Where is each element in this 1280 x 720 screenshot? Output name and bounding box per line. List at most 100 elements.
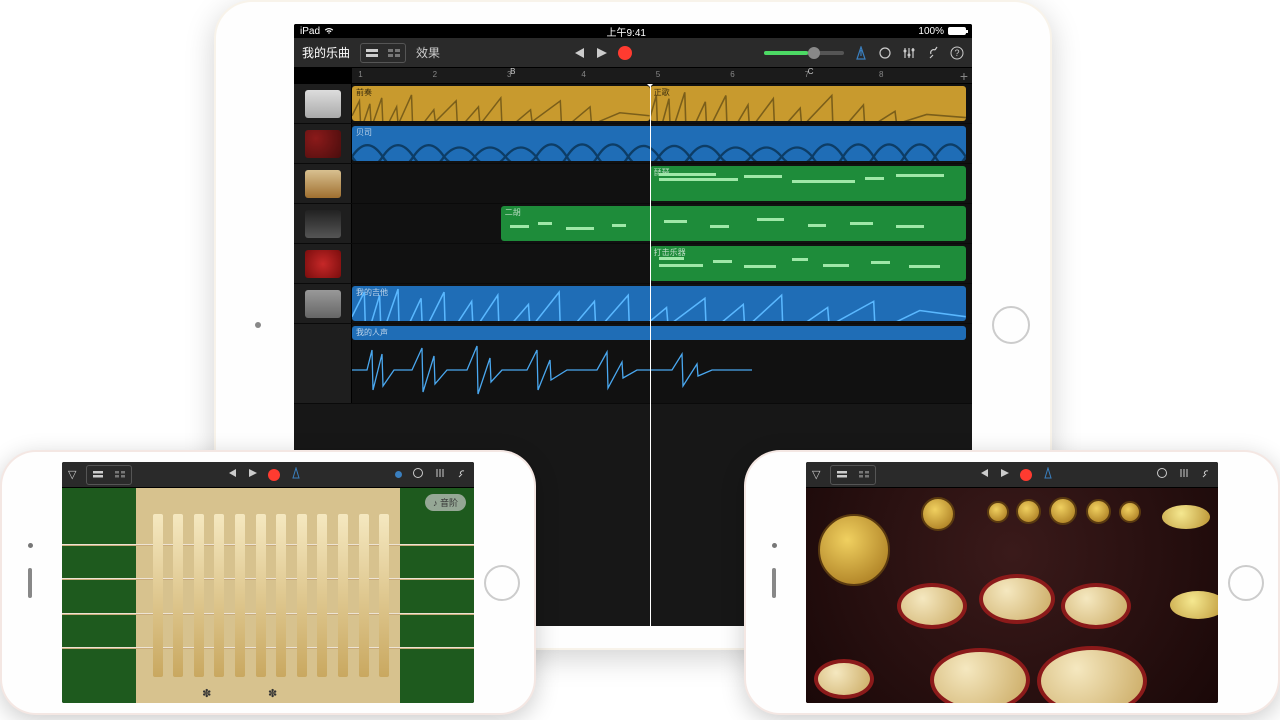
ruler-letter-b: B	[510, 67, 515, 76]
fx-button[interactable]: 效果	[416, 44, 440, 61]
settings-icon[interactable]	[456, 467, 468, 482]
home-button[interactable]	[1228, 565, 1264, 601]
drum[interactable]	[1061, 583, 1131, 629]
audio-region[interactable]: 前奏	[352, 86, 650, 121]
small-gong[interactable]	[921, 497, 955, 531]
track-lane[interactable]: 贝司	[352, 124, 972, 163]
metronome-icon[interactable]	[1042, 467, 1054, 482]
track-lane[interactable]: 琵琶	[352, 164, 972, 203]
string[interactable]	[62, 544, 474, 546]
drum[interactable]	[897, 583, 967, 629]
cymbal[interactable]	[1170, 591, 1218, 619]
metronome-icon[interactable]	[290, 467, 302, 482]
grid-view-icon[interactable]	[109, 466, 131, 484]
midi-region[interactable]: 二胡	[501, 206, 966, 241]
home-button[interactable]	[992, 306, 1030, 344]
erhu-icon	[305, 210, 341, 238]
loop-icon[interactable]	[412, 467, 424, 482]
string[interactable]	[62, 613, 474, 615]
view-toggle[interactable]	[360, 43, 406, 63]
rewind-button[interactable]	[978, 468, 990, 481]
loop-icon[interactable]	[878, 46, 892, 60]
play-button[interactable]	[596, 47, 608, 59]
iphone-bezel: ▽ ♪ 音阶	[2, 452, 534, 713]
fret	[276, 514, 286, 677]
percussion-instrument[interactable]	[806, 488, 1218, 703]
bell[interactable]	[987, 501, 1009, 523]
midi-region[interactable]: 琵琶	[650, 166, 966, 201]
help-icon[interactable]: ?	[950, 46, 964, 60]
pipa-instrument[interactable]: ♪ 音阶 ✽ ✽	[62, 488, 474, 703]
rewind-button[interactable]	[226, 468, 238, 481]
track-lane[interactable]: 前奏 正歌	[352, 84, 972, 123]
ruler-mark: 4	[581, 70, 585, 79]
ruler-letter-c: C	[808, 67, 814, 76]
song-title[interactable]: 我的乐曲	[302, 44, 350, 61]
speaker	[772, 568, 776, 598]
toolbar: 我的乐曲 效果 ?	[294, 38, 972, 68]
tracks-view-icon[interactable]	[831, 466, 853, 484]
track-lane[interactable]: 我的人声	[352, 324, 972, 403]
track-header[interactable]	[294, 84, 352, 123]
track-header[interactable]	[294, 244, 352, 283]
rewind-button[interactable]	[572, 47, 586, 59]
view-toggle[interactable]	[830, 465, 876, 485]
timeline-ruler[interactable]: 1 2 3 B 4 5 6 7 C 8 +	[352, 68, 972, 84]
audio-region[interactable]: 正歌	[650, 86, 966, 121]
record-button[interactable]	[618, 46, 632, 60]
string[interactable]	[62, 647, 474, 649]
track-header[interactable]	[294, 324, 352, 403]
settings-icon[interactable]	[1200, 467, 1212, 482]
bell[interactable]	[1016, 499, 1041, 524]
waveform	[352, 86, 650, 121]
view-toggle[interactable]	[86, 465, 132, 485]
loop-icon[interactable]	[1156, 467, 1168, 482]
mixer-icon[interactable]	[1178, 467, 1190, 482]
playhead[interactable]	[650, 84, 651, 626]
fret	[173, 514, 183, 677]
volume-slider[interactable]	[764, 51, 844, 55]
audio-region[interactable]: 我的人声	[352, 326, 966, 340]
tracks-view-icon[interactable]	[87, 466, 109, 484]
nav-down-icon[interactable]: ▽	[812, 468, 820, 481]
record-button[interactable]	[1020, 469, 1032, 481]
play-button[interactable]	[248, 468, 258, 481]
tracks-view-icon[interactable]	[361, 44, 383, 62]
track-lane[interactable]: 打击乐器	[352, 244, 972, 283]
drum-large[interactable]	[930, 648, 1030, 703]
bell[interactable]	[1086, 499, 1111, 524]
cymbal[interactable]	[1162, 505, 1210, 529]
track-lane[interactable]: 我的吉他	[352, 284, 972, 323]
settings-icon[interactable]	[926, 46, 940, 60]
home-button[interactable]	[484, 565, 520, 601]
bell[interactable]	[1049, 497, 1077, 525]
drum-large[interactable]	[1037, 646, 1147, 703]
record-button[interactable]	[268, 469, 280, 481]
fret	[214, 514, 224, 677]
track-header[interactable]	[294, 164, 352, 203]
midi-region[interactable]: 打击乐器	[650, 246, 966, 281]
audio-region[interactable]: 我的吉他	[352, 286, 966, 321]
track-header[interactable]	[294, 204, 352, 243]
grid-view-icon[interactable]	[383, 44, 405, 62]
mixer-icon[interactable]	[434, 467, 446, 482]
metronome-icon[interactable]	[854, 46, 868, 60]
mixer-icon[interactable]	[902, 46, 916, 60]
gong[interactable]	[818, 514, 890, 586]
add-section-button[interactable]: +	[960, 68, 968, 84]
bell[interactable]	[1119, 501, 1141, 523]
scale-badge[interactable]: ♪ 音阶	[425, 494, 466, 511]
track-header[interactable]	[294, 124, 352, 163]
track-lane[interactable]: 二胡	[352, 204, 972, 243]
track-row: 贝司	[294, 124, 972, 164]
drum[interactable]	[814, 659, 874, 699]
grid-view-icon[interactable]	[853, 466, 875, 484]
audio-region[interactable]: 贝司	[352, 126, 966, 161]
string[interactable]	[62, 578, 474, 580]
iphone-screen: ▽ ♪ 音阶	[62, 462, 474, 703]
play-button[interactable]	[1000, 468, 1010, 481]
nav-down-icon[interactable]: ▽	[68, 468, 76, 481]
waveform	[352, 126, 966, 161]
drum[interactable]	[979, 574, 1055, 624]
track-header[interactable]	[294, 284, 352, 323]
